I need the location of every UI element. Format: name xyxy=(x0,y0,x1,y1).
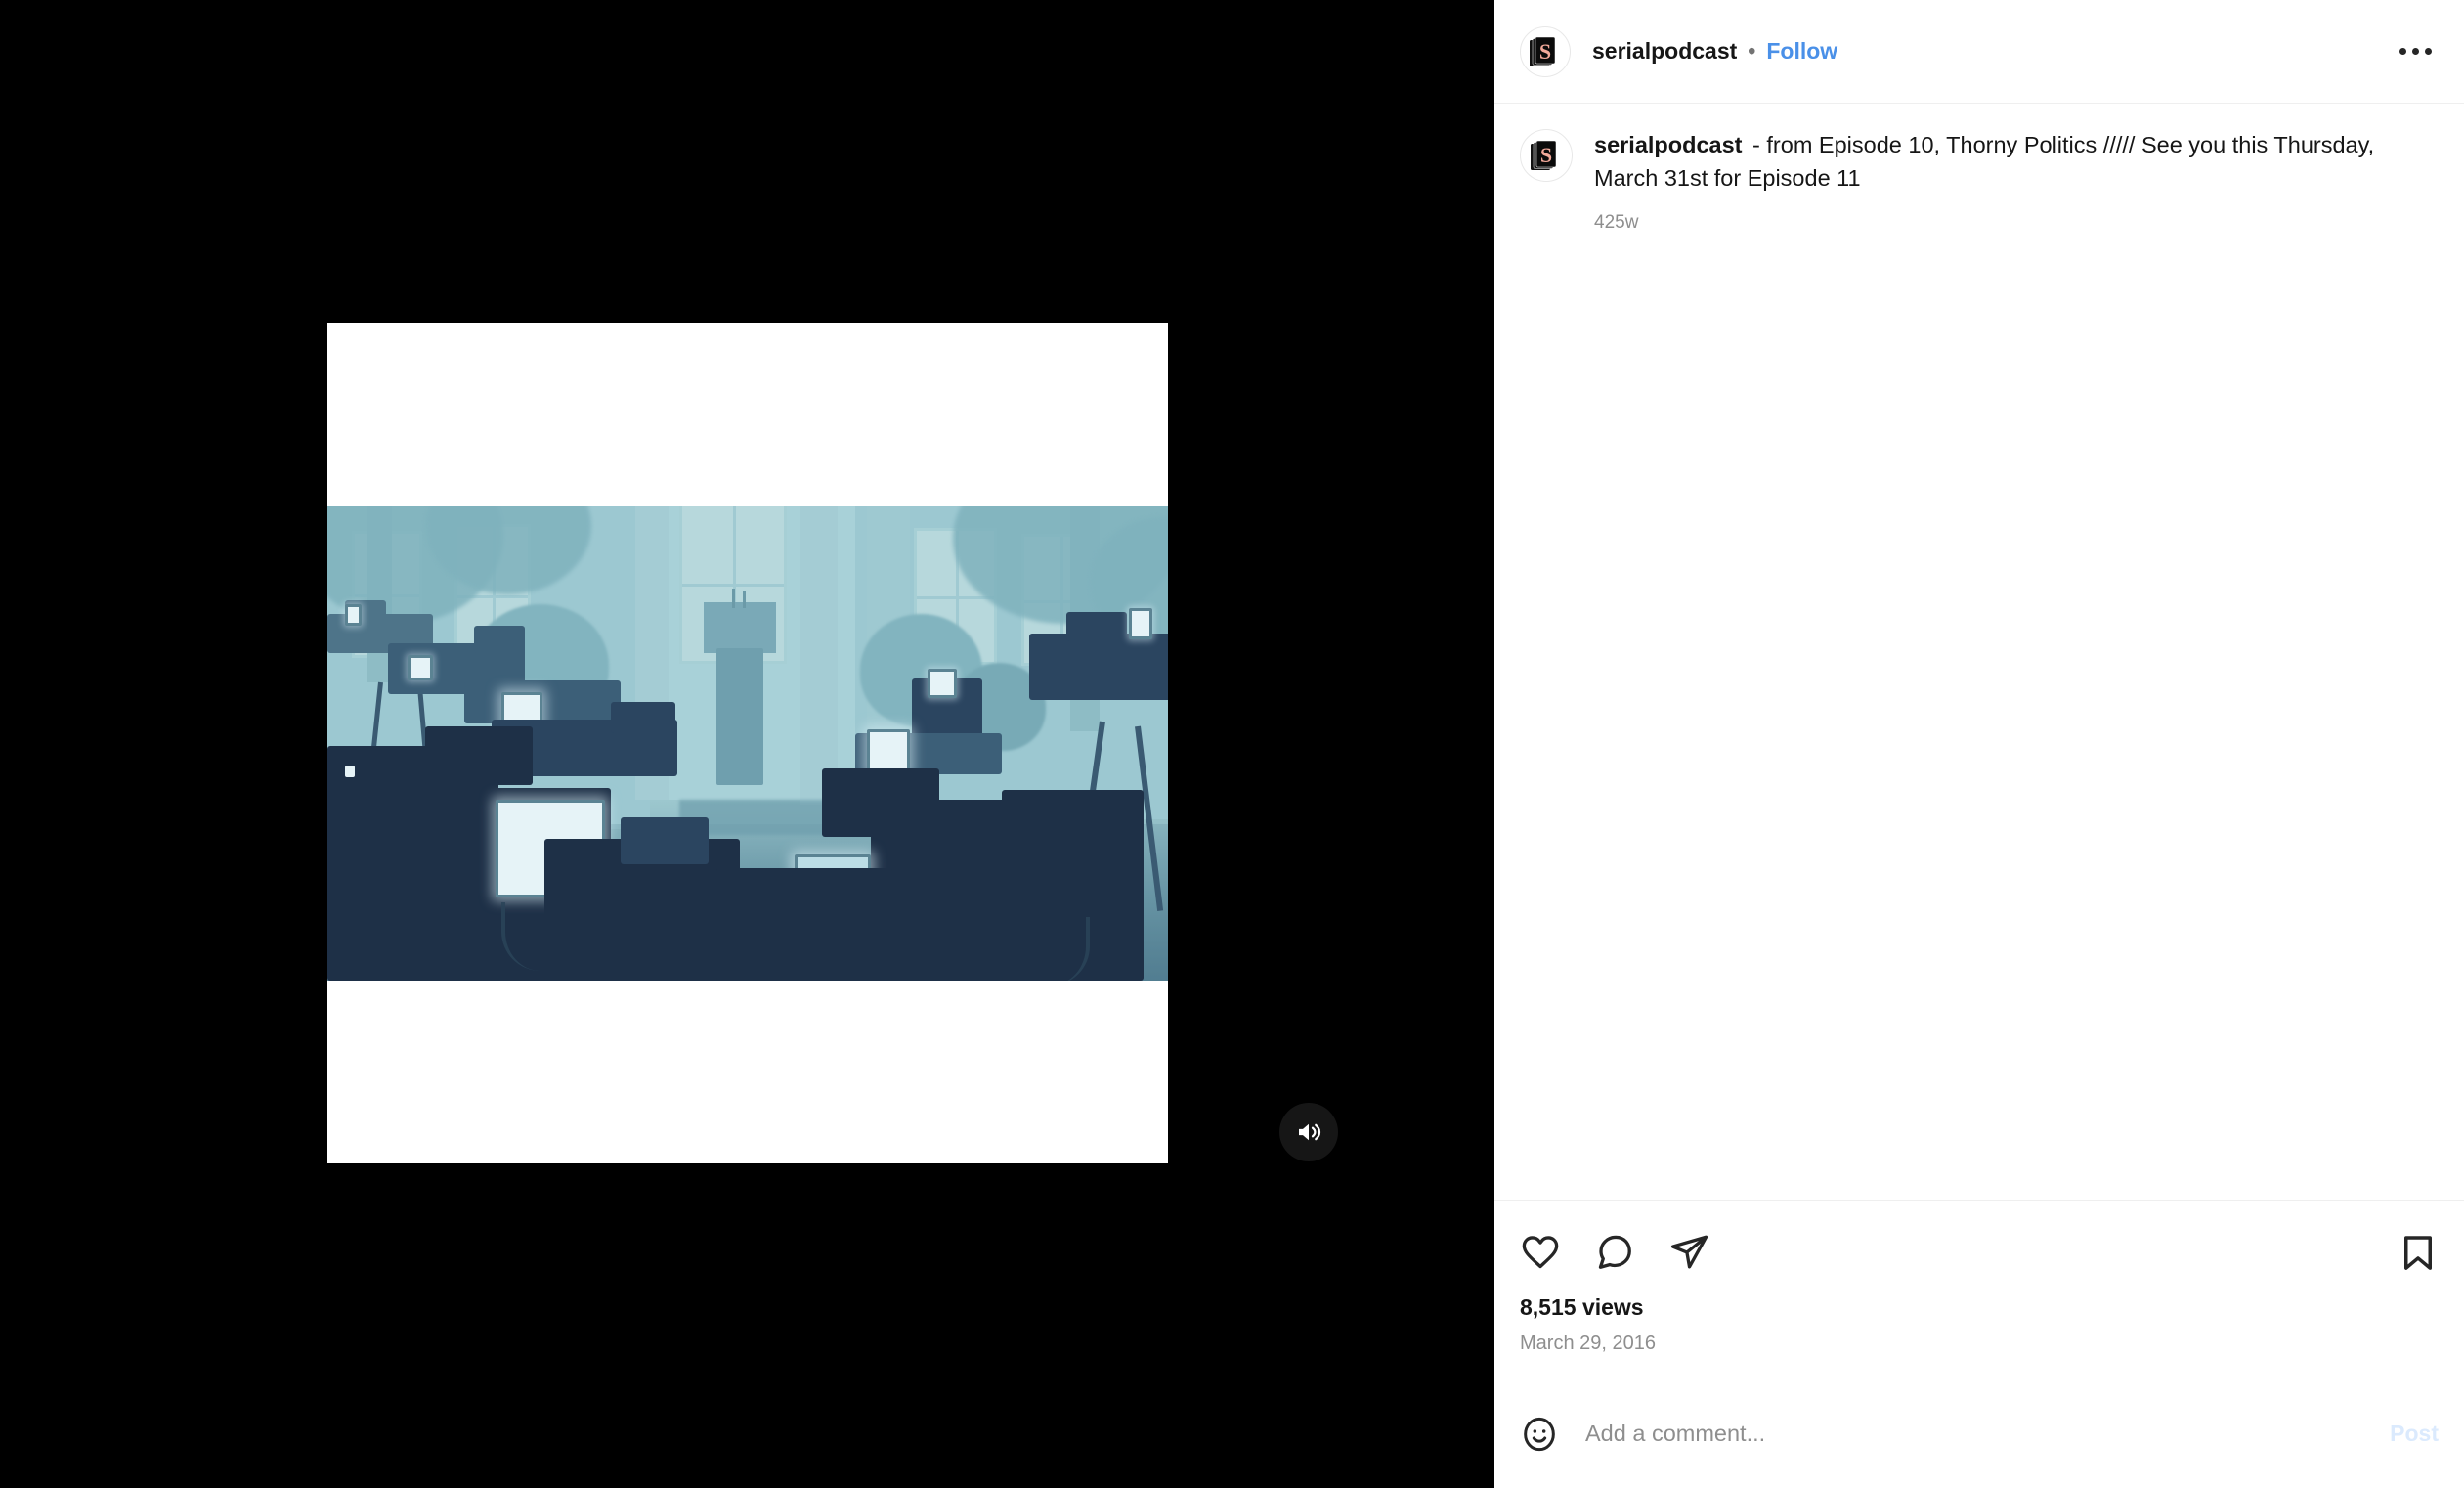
video-player[interactable] xyxy=(327,323,1168,1163)
smiley-icon xyxy=(1524,1417,1555,1451)
more-dot xyxy=(2424,48,2432,55)
caption-body: serialpodcast - from Episode 10, Thorny … xyxy=(1594,129,2386,236)
action-icon-row xyxy=(1520,1222,2439,1283)
serial-logo-icon: S xyxy=(1531,140,1557,170)
caption-timestamp: 425w xyxy=(1594,211,1639,233)
comments-area[interactable]: S serialpodcast - from Episode 10, Thorn… xyxy=(1494,104,2464,1200)
views-count: 8,515 views xyxy=(1520,1294,1644,1320)
art-camera-screen xyxy=(1129,608,1152,639)
art-column xyxy=(800,506,838,805)
post-date: March 29, 2016 xyxy=(1520,1333,1656,1354)
caption-row: S serialpodcast - from Episode 10, Thorn… xyxy=(1520,129,2439,236)
like-button[interactable] xyxy=(1520,1232,1561,1273)
comment-bubble-icon xyxy=(1598,1235,1631,1269)
art-camera-screen xyxy=(345,766,355,777)
art-camera-screen xyxy=(345,604,362,626)
art-camera-screen xyxy=(928,669,957,698)
post-header: S serialpodcast • Follow xyxy=(1494,0,2464,104)
art-camera xyxy=(474,626,525,653)
caption-avatar[interactable]: S xyxy=(1520,129,1573,182)
share-button[interactable] xyxy=(1668,1232,1709,1273)
save-button[interactable] xyxy=(2398,1232,2439,1273)
comment-button[interactable] xyxy=(1594,1232,1635,1273)
caption-username[interactable]: serialpodcast xyxy=(1594,132,1743,157)
post-comment-button[interactable]: Post xyxy=(2390,1421,2439,1447)
header-identity: serialpodcast • Follow xyxy=(1592,38,1837,65)
more-dot xyxy=(2399,48,2406,55)
video-artwork xyxy=(327,506,1168,981)
art-camera xyxy=(425,726,533,785)
svg-text:S: S xyxy=(1539,39,1551,64)
header-separator: • xyxy=(1748,38,1756,64)
art-camera xyxy=(464,680,621,723)
instagram-post-page: S serialpodcast • Follow S serialpodcast… xyxy=(0,0,2464,1488)
more-dot xyxy=(2411,48,2419,55)
volume-icon xyxy=(1299,1123,1321,1141)
serial-logo-icon: S xyxy=(1530,36,1556,66)
comment-input[interactable] xyxy=(1585,1421,2391,1447)
audio-toggle-button[interactable] xyxy=(1279,1103,1338,1161)
media-pane xyxy=(0,0,1494,1488)
heart-icon xyxy=(1522,1236,1559,1269)
art-camera xyxy=(1029,634,1168,700)
follow-button[interactable]: Follow xyxy=(1766,38,1837,65)
avatar[interactable]: S xyxy=(1520,25,1571,77)
art-camera xyxy=(1066,612,1127,641)
art-camera xyxy=(716,868,892,981)
header-username[interactable]: serialpodcast xyxy=(1592,38,1737,65)
paper-plane-icon xyxy=(1670,1235,1708,1269)
emoji-picker-button[interactable] xyxy=(1520,1415,1559,1454)
art-camera-screen xyxy=(408,655,433,680)
art-microphone xyxy=(732,589,735,608)
post-sidebar: S serialpodcast • Follow S serialpodcast… xyxy=(1494,0,2464,1488)
svg-text:S: S xyxy=(1540,143,1552,167)
more-options-button[interactable] xyxy=(2392,28,2439,75)
post-actions: 8,515 views March 29, 2016 xyxy=(1494,1200,2464,1379)
art-podium-top xyxy=(704,602,776,653)
add-comment-bar: Post xyxy=(1494,1379,2464,1488)
art-podium xyxy=(716,648,763,785)
bookmark-icon xyxy=(2404,1236,2432,1270)
art-camera xyxy=(621,817,709,864)
art-camera xyxy=(611,702,675,733)
art-microphone xyxy=(743,591,746,608)
